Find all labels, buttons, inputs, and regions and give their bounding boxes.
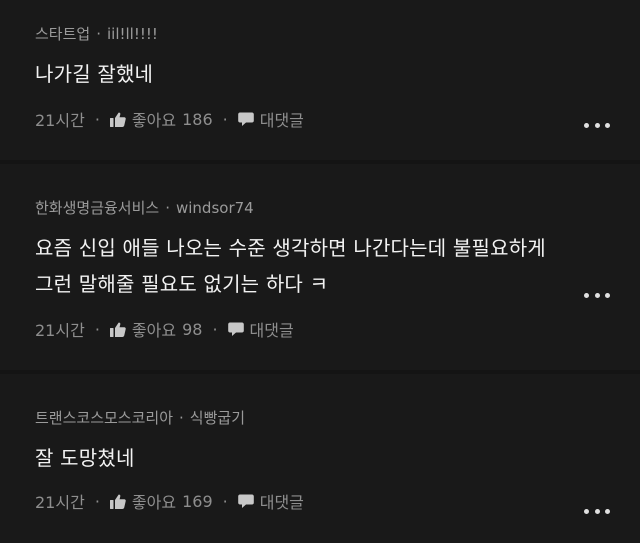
comment-author: 스타트업 · iil!ll!!!! (35, 0, 640, 44)
like-label: 좋아요 (131, 493, 177, 512)
action-separator: · (94, 109, 100, 129)
comment-actions: 21시간 · 좋아요 169 · 대댓글 (35, 489, 640, 513)
comment-item: 트랜스코스모스코리아 · 식빵굽기 잘 도망쳤네 21시간 · 좋아요 169 · … (0, 374, 640, 543)
comment-body: 요즘 신입 애들 나오는 수준 생각하면 나간다는데 불필요하게 그런 말해줄 … (35, 230, 640, 302)
more-options-button[interactable] (584, 506, 610, 516)
reply-button[interactable]: 대댓글 (227, 317, 294, 341)
like-count: 186 (182, 109, 213, 129)
action-separator: · (94, 319, 100, 339)
reply-label: 대댓글 (249, 321, 294, 340)
comment-feed: 스타트업 · iil!ll!!!! 나가길 잘했네 21시간 · 좋아요 186 ·… (0, 0, 640, 543)
more-dots-icon (594, 122, 600, 128)
author-separator: · (165, 199, 170, 217)
like-label: 좋아요 (131, 321, 177, 340)
action-separator: · (222, 109, 228, 129)
comment-body: 나가길 잘했네 (35, 56, 640, 92)
more-dots-icon (605, 292, 610, 298)
comment-timestamp: 21시간 (35, 493, 85, 512)
thumbs-up-icon (109, 112, 126, 127)
more-dots-icon (594, 292, 600, 298)
comment-body: 잘 도망쳤네 (35, 440, 640, 476)
comment-text-line: 나가길 잘했네 (35, 62, 154, 86)
more-options-button[interactable] (584, 290, 610, 300)
reply-label: 대댓글 (259, 493, 304, 512)
comment-text-line: 요즘 신입 애들 나오는 수준 생각하면 나간다는데 불필요하게 (35, 236, 546, 260)
author-company[interactable]: 스타트업 (35, 25, 90, 43)
author-company[interactable]: 트랜스코스모스코리아 (35, 409, 173, 427)
more-dots-icon (584, 508, 589, 514)
more-dots-icon (584, 122, 589, 128)
author-username[interactable]: 식빵굽기 (190, 409, 245, 427)
speech-bubble-icon (237, 112, 254, 127)
comment-item: 한화생명금융서비스 · windsor74 요즘 신입 애들 나오는 수준 생각하면… (0, 164, 640, 370)
more-options-button[interactable] (584, 120, 610, 130)
like-button[interactable]: 좋아요 169 (109, 489, 213, 513)
speech-bubble-icon (237, 494, 254, 509)
author-username[interactable]: windsor74 (176, 199, 254, 217)
comment-actions: 21시간 · 좋아요 98 · 대댓글 (35, 317, 640, 341)
comment-timestamp: 21시간 (35, 111, 85, 130)
comment-item: 스타트업 · iil!ll!!!! 나가길 잘했네 21시간 · 좋아요 186 ·… (0, 0, 640, 160)
author-company[interactable]: 한화생명금융서비스 (35, 199, 159, 217)
like-label: 좋아요 (131, 111, 177, 130)
like-count: 98 (182, 319, 203, 339)
action-separator: · (222, 491, 228, 511)
action-separator: · (94, 491, 100, 511)
thumbs-up-icon (109, 322, 126, 337)
comment-author: 트랜스코스모스코리아 · 식빵굽기 (35, 374, 640, 428)
comment-actions: 21시간 · 좋아요 186 · 대댓글 (35, 107, 640, 131)
action-separator: · (212, 319, 218, 339)
comment-text-line: 그런 말해줄 필요도 없기는 하다 ㅋ (35, 272, 329, 296)
reply-button[interactable]: 대댓글 (237, 489, 304, 513)
comment-author: 한화생명금융서비스 · windsor74 (35, 164, 640, 218)
comment-text-line: 잘 도망쳤네 (35, 446, 135, 470)
like-count: 169 (182, 491, 213, 511)
more-dots-icon (605, 122, 610, 128)
more-dots-icon (594, 508, 600, 514)
like-button[interactable]: 좋아요 98 (109, 317, 203, 341)
author-separator: · (96, 25, 101, 43)
thumbs-up-icon (109, 494, 126, 509)
more-dots-icon (584, 292, 589, 298)
more-dots-icon (605, 508, 610, 514)
speech-bubble-icon (227, 322, 244, 337)
author-separator: · (179, 409, 184, 427)
reply-button[interactable]: 대댓글 (237, 107, 304, 131)
comment-timestamp: 21시간 (35, 321, 85, 340)
author-username[interactable]: iil!ll!!!! (107, 25, 158, 43)
reply-label: 대댓글 (259, 111, 304, 130)
like-button[interactable]: 좋아요 186 (109, 107, 213, 131)
